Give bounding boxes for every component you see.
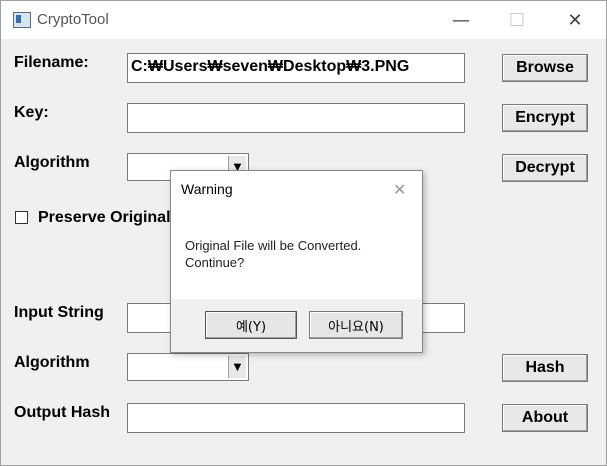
dialog-message-line1: Original File will be Converted. — [185, 238, 362, 253]
algorithm-label: Algorithm — [14, 154, 90, 171]
warning-dialog: Warning ✕ Original File will be Converte… — [170, 170, 423, 353]
decrypt-button[interactable]: Decrypt — [502, 154, 588, 182]
preserve-original-label: Preserve Original — [38, 209, 171, 226]
about-button[interactable]: About — [502, 404, 588, 432]
output-hash-label: Output Hash — [14, 404, 110, 421]
minimize-button[interactable]: — — [438, 1, 484, 39]
no-button[interactable]: 아니요(N) — [309, 311, 403, 339]
key-field[interactable] — [127, 103, 465, 133]
encrypt-button[interactable]: Encrypt — [502, 104, 588, 132]
close-button[interactable]: ✕ — [552, 1, 598, 39]
yes-button[interactable]: 예(Y) — [205, 311, 297, 339]
dialog-message: Original File will be Converted. Continu… — [185, 237, 415, 271]
dialog-close-icon[interactable]: ✕ — [393, 180, 406, 199]
preserve-original-checkbox[interactable] — [15, 211, 28, 224]
filename-field[interactable]: C:₩Users₩seven₩Desktop₩3.PNG — [127, 53, 465, 83]
browse-button[interactable]: Browse — [502, 54, 588, 82]
input-string-label: Input String — [14, 304, 104, 321]
key-label: Key: — [14, 104, 49, 121]
hash-algorithm-label: Algorithm — [14, 354, 90, 371]
dialog-title: Warning — [181, 181, 233, 197]
filename-label: Filename: — [14, 54, 89, 71]
chevron-down-icon[interactable]: ▼ — [228, 356, 246, 378]
hash-button[interactable]: Hash — [502, 354, 588, 382]
dialog-content-area: Warning ✕ Original File will be Converte… — [171, 171, 422, 299]
hash-algorithm-dropdown[interactable]: ▼ — [127, 353, 249, 381]
output-hash-field[interactable] — [127, 403, 465, 433]
maximize-button[interactable]: ☐ — [494, 1, 540, 39]
dialog-message-line2: Continue? — [185, 255, 245, 270]
window-title: CryptoTool — [37, 11, 109, 28]
app-icon — [13, 12, 31, 28]
title-bar: CryptoTool — ☐ ✕ — [1, 1, 606, 39]
